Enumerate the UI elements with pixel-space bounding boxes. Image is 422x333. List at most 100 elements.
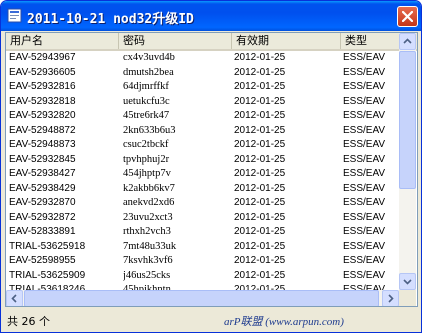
username-cell: EAV-52938427 xyxy=(9,168,76,179)
expiry-cell: 2012-01-25 xyxy=(234,139,286,150)
password-cell: 2kn633b6u3 xyxy=(123,124,176,136)
expiry-cell: 2012-01-25 xyxy=(234,66,286,78)
status-bar: 共 26 个 arP联盟 (www.arpun.com) xyxy=(1,310,421,332)
password-cell: 64djmrffkf xyxy=(123,81,169,92)
list-row[interactable]: EAV-52932845 tpvhphuj2r 2012-01-25 ESS/EAV xyxy=(6,153,399,168)
close-button[interactable] xyxy=(397,6,418,27)
scrollbar-corner xyxy=(399,290,416,306)
close-icon xyxy=(402,11,413,22)
type-cell: ESS/EAV xyxy=(343,95,386,107)
expiry-cell: 2012-01-25 xyxy=(234,269,286,281)
title-bar[interactable]: 2011-10-21 nod32升级ID xyxy=(1,1,421,31)
brand-link[interactable]: arP联盟 (www.arpun.com) xyxy=(224,313,344,329)
expiry-cell: 2012-01-25 xyxy=(234,240,286,252)
password-cell: k2akbb6kv7 xyxy=(123,182,175,194)
vertical-scrollbar[interactable] xyxy=(399,33,416,290)
type-cell: ESS/EAV xyxy=(343,168,386,179)
username-cell: EAV-52948873 xyxy=(9,139,76,150)
username-cell: EAV-52598955 xyxy=(9,255,76,266)
list-row[interactable]: EAV-52943967 cx4v3uvd4b 2012-01-25 ESS/EAV xyxy=(6,51,399,66)
password-cell: uetukcfu3c xyxy=(123,95,170,107)
vertical-scroll-thumb[interactable] xyxy=(399,51,416,189)
scroll-up-button[interactable] xyxy=(399,33,416,50)
type-cell: ESS/EAV xyxy=(343,153,386,165)
list-row[interactable]: EAV-52938429 k2akbb6kv7 2012-01-25 ESS/EAV xyxy=(6,182,399,197)
password-cell: cx4v3uvd4b xyxy=(123,52,175,63)
password-cell: 7ksvhk3vf6 xyxy=(123,255,173,266)
username-cell: EAV-52932870 xyxy=(9,197,76,208)
type-cell: ESS/EAV xyxy=(343,182,386,194)
username-cell: EAV-52948872 xyxy=(9,124,76,136)
expiry-cell: 2012-01-25 xyxy=(234,182,286,194)
list-row[interactable]: EAV-52598955 7ksvhk3vf6 2012-01-25 ESS/EAV xyxy=(6,254,399,269)
password-cell: csuc2tbckf xyxy=(123,139,169,150)
username-cell: TRIAL-53625909 xyxy=(9,269,86,281)
password-cell: 7mt48u33uk xyxy=(123,240,177,252)
username-cell: EAV-52943967 xyxy=(9,52,76,63)
type-cell: ESS/EAV xyxy=(343,66,386,78)
list-row[interactable]: EAV-52932872 23uvu2xct3 2012-01-25 ESS/EAV xyxy=(6,211,399,226)
column-header-expiry[interactable]: 有效期 xyxy=(232,33,341,49)
id-list[interactable]: 用户名 密码 有效期 类型 EAV-52943967 cx4v3uvd4b 2012… xyxy=(5,32,418,307)
list-row[interactable]: EAV-52833891 rthxh2vch3 2012-01-25 ESS/EAV xyxy=(6,225,399,240)
list-row[interactable]: EAV-52948872 2kn633b6u3 2012-01-25 ESS/EAV xyxy=(6,124,399,139)
arrow-down-icon xyxy=(403,279,412,285)
arrow-left-icon xyxy=(11,294,17,303)
list-row[interactable]: TRIAL-53625918 7mt48u33uk 2012-01-25 ESS/EA… xyxy=(6,240,399,255)
column-header-username[interactable]: 用户名 xyxy=(6,33,119,49)
list-row[interactable]: EAV-52932816 64djmrffkf 2012-01-25 ESS/EAV xyxy=(6,80,399,95)
window-title: 2011-10-21 nod32升级ID xyxy=(27,12,194,27)
expiry-cell: 2012-01-25 xyxy=(234,124,286,136)
type-cell: ESS/EAV xyxy=(343,255,386,266)
type-cell: ESS/EAV xyxy=(343,139,386,150)
horizontal-scrollbar[interactable] xyxy=(6,290,399,306)
list-row[interactable]: EAV-52932870 anekvd2xd6 2012-01-25 ESS/EAV xyxy=(6,196,399,211)
password-cell: rthxh2vch3 xyxy=(123,226,171,237)
expiry-cell: 2012-01-25 xyxy=(234,197,286,208)
app-window: 2011-10-21 nod32升级ID 用户名 密码 有效期 类型 EAV-5… xyxy=(0,0,422,333)
username-cell: EAV-52932872 xyxy=(9,211,76,223)
column-header-type[interactable]: 类型 xyxy=(341,33,396,49)
type-cell: ESS/EAV xyxy=(343,240,386,252)
password-cell: tpvhphuj2r xyxy=(123,153,170,165)
scroll-right-button[interactable] xyxy=(382,290,399,306)
username-cell: EAV-52932845 xyxy=(9,153,76,165)
list-row[interactable]: EAV-52938427 454jhptp7v 2012-01-25 ESS/EAV xyxy=(6,167,399,182)
expiry-cell: 2012-01-25 xyxy=(234,168,286,179)
scroll-left-button[interactable] xyxy=(6,290,23,306)
expiry-cell: 2012-01-25 xyxy=(234,81,286,92)
password-cell: 45tre6rk47 xyxy=(123,110,170,121)
username-cell: EAV-52932820 xyxy=(9,110,76,121)
password-cell: dmutsh2bea xyxy=(123,66,174,78)
list-row[interactable]: EAV-52932820 45tre6rk47 2012-01-25 ESS/EAV xyxy=(6,109,399,124)
expiry-cell: 2012-01-25 xyxy=(234,110,286,121)
horizontal-scroll-thumb[interactable] xyxy=(24,290,379,306)
scroll-down-button[interactable] xyxy=(399,273,416,290)
username-cell: EAV-52833891 xyxy=(9,226,76,237)
password-cell: j46us25cks xyxy=(123,269,171,281)
type-cell: ESS/EAV xyxy=(343,81,386,92)
type-cell: ESS/EAV xyxy=(343,211,386,223)
list-row[interactable]: EAV-52948873 csuc2tbckf 2012-01-25 ESS/EAV xyxy=(6,138,399,153)
password-cell: anekvd2xd6 xyxy=(123,197,175,208)
expiry-cell: 2012-01-25 xyxy=(234,153,286,165)
password-cell: 454jhptp7v xyxy=(123,168,171,179)
type-cell: ESS/EAV xyxy=(343,197,386,208)
list-rows: EAV-52943967 cx4v3uvd4b 2012-01-25 ESS/EAV E… xyxy=(6,51,399,292)
list-row[interactable]: TRIAL-53625909 j46us25cks 2012-01-25 ESS/EA… xyxy=(6,269,399,284)
username-cell: EAV-52932816 xyxy=(9,81,76,92)
item-count: 共 26 个 xyxy=(7,315,50,328)
expiry-cell: 2012-01-25 xyxy=(234,255,286,266)
type-cell: ESS/EAV xyxy=(343,124,386,136)
password-cell: 23uvu2xct3 xyxy=(123,211,173,223)
username-cell: EAV-52936605 xyxy=(9,66,76,78)
column-header-password[interactable]: 密码 xyxy=(119,33,232,49)
arrow-right-icon xyxy=(388,294,394,303)
type-cell: ESS/EAV xyxy=(343,226,386,237)
username-cell: TRIAL-53625918 xyxy=(9,240,86,252)
expiry-cell: 2012-01-25 xyxy=(234,211,286,223)
list-header: 用户名 密码 有效期 类型 xyxy=(6,33,417,51)
type-cell: ESS/EAV xyxy=(343,110,386,121)
list-row[interactable]: EAV-52932818 uetukcfu3c 2012-01-25 ESS/EAV xyxy=(6,95,399,110)
list-row[interactable]: EAV-52936605 dmutsh2bea 2012-01-25 ESS/EAV xyxy=(6,66,399,81)
